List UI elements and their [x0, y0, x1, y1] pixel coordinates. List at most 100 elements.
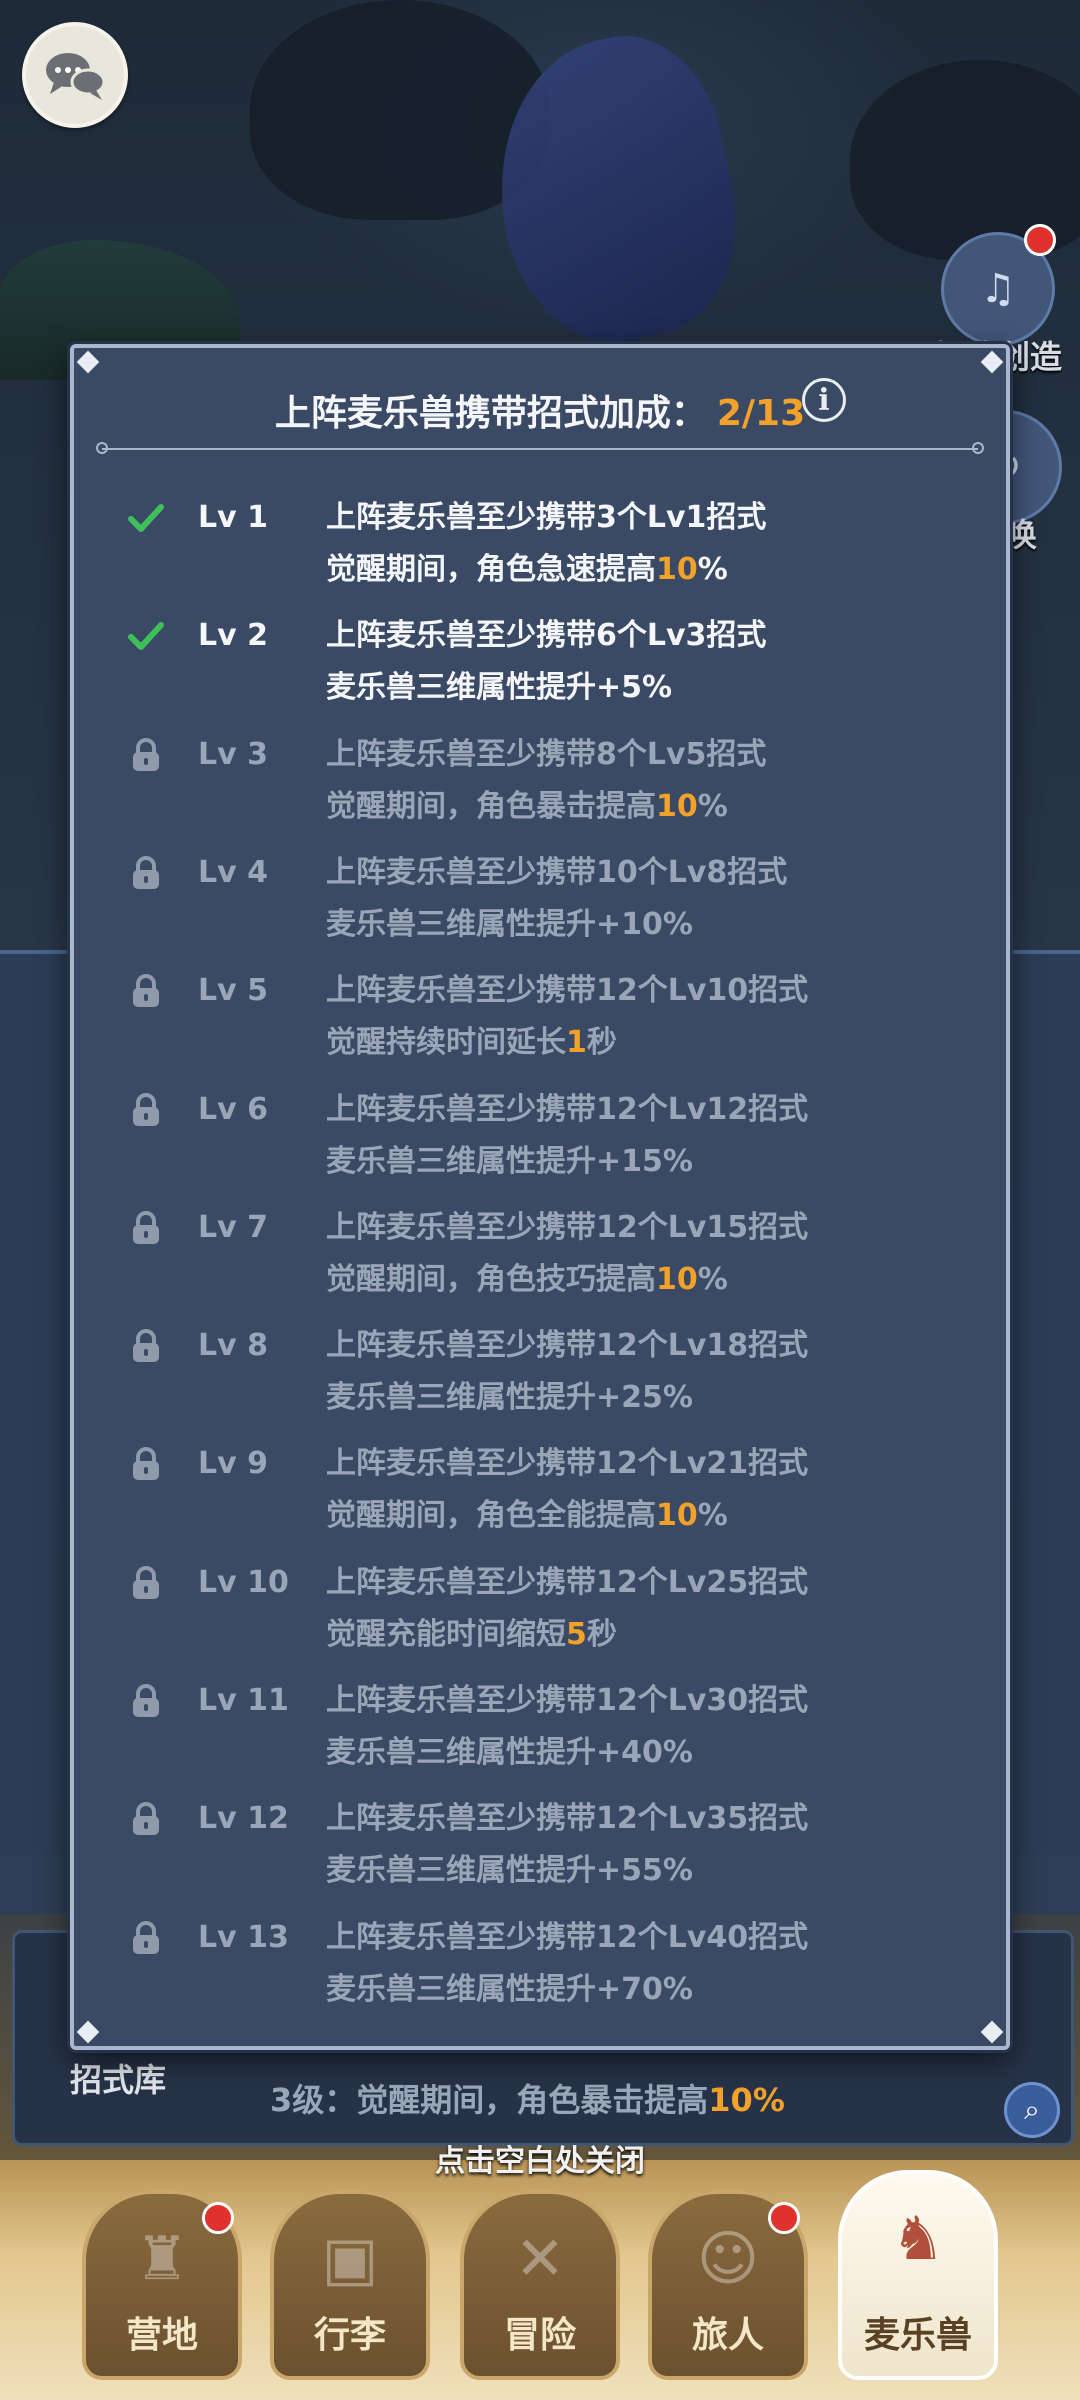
- lock-icon: [126, 1918, 166, 1958]
- lock-icon: [126, 1326, 166, 1366]
- effect-value: 10: [656, 1261, 698, 1297]
- level-label: Lv 7: [198, 1209, 268, 1245]
- chat-bubbles-icon: [46, 53, 106, 100]
- effect-text: 觉醒期间，角色技巧提高: [326, 1261, 656, 1297]
- tab-melody-beast-label: 麦乐兽: [863, 2315, 972, 2356]
- lock-icon: [126, 971, 166, 1011]
- level-effect: 麦乐兽三维属性提升+15%: [326, 1136, 808, 1188]
- level-description: 上阵麦乐兽至少携带12个Lv21招式 觉醒期间，角色全能提高10%: [326, 1438, 808, 1542]
- level-row: Lv 6 上阵麦乐兽至少携带12个Lv12招式麦乐兽三维属性提升+15%: [74, 1090, 1006, 1208]
- effect-unit: %: [697, 552, 728, 587]
- effect-text: 觉醒持续时间延长: [326, 1025, 566, 1061]
- level-label: Lv 1: [198, 500, 268, 535]
- effect-unit: %: [697, 1498, 728, 1534]
- lock-icon: [126, 1563, 166, 1603]
- level-requirement: 上阵麦乐兽至少携带12个Lv30招式: [326, 1683, 809, 1718]
- level-description: 上阵麦乐兽至少携带12个Lv18招式麦乐兽三维属性提升+25%: [326, 1320, 808, 1424]
- tab-traveler[interactable]: ☺ 旅人: [648, 2190, 808, 2380]
- level-description: 上阵麦乐兽至少携带12个Lv15招式 觉醒期间，角色技巧提高10%: [326, 1202, 808, 1306]
- effect-unit: 秒: [586, 1616, 617, 1652]
- modal-title: 上阵麦乐兽携带招式加成： 2/13: [74, 384, 1006, 436]
- level-effect: 觉醒充能时间缩短5秒: [326, 1609, 808, 1661]
- check-icon: [126, 498, 166, 538]
- level-description: 上阵麦乐兽至少携带10个Lv8招式 麦乐兽三维属性提升+10%: [326, 847, 787, 951]
- level-effect: 麦乐兽三维属性提升+40%: [326, 1727, 808, 1779]
- check-icon: [126, 616, 166, 656]
- level-effect: 麦乐兽三维属性提升+70%: [326, 1964, 808, 2016]
- background-row-text: 3级：觉醒期间，角色暴击提高10%: [270, 2075, 785, 2121]
- effect-value: 1: [566, 1025, 587, 1061]
- level-requirement: 上阵麦乐兽至少携带3个Lv1招式: [326, 500, 767, 535]
- skill-bonus-modal: 上阵麦乐兽携带招式加成： 2/13 i Lv 1 上阵麦乐兽至少携带3个Lv1招式觉…: [70, 344, 1010, 2050]
- bag-icon: ▣: [321, 2224, 379, 2294]
- level-row: Lv 13 上阵麦乐兽至少携带12个Lv40招式 麦乐兽三维属性提升+70%: [74, 1918, 1006, 2036]
- traveler-icon: ☺: [696, 2224, 760, 2294]
- level-row: Lv 10 上阵麦乐兽至少携带12个Lv25招式 觉醒充能时间缩短5秒: [74, 1563, 1006, 1681]
- level-label: Lv 10: [198, 1564, 289, 1600]
- corner-ornament: [980, 350, 1004, 374]
- level-effect: 麦乐兽三维属性提升+25%: [326, 1372, 808, 1424]
- title-divider: [96, 442, 984, 454]
- castle-icon: ♜: [135, 2224, 189, 2294]
- level-description: 上阵麦乐兽至少携带12个Lv35招式 麦乐兽三维属性提升+55%: [326, 1793, 808, 1897]
- level-label: Lv 8: [198, 1328, 268, 1364]
- level-row: Lv 12 上阵麦乐兽至少携带12个Lv35招式 麦乐兽三维属性提升+55%: [74, 1799, 1006, 1917]
- effect-unit: %: [697, 1261, 728, 1297]
- zoom-icon[interactable]: ⌕: [1004, 2082, 1060, 2138]
- level-description: 上阵麦乐兽至少携带12个Lv40招式麦乐兽三维属性提升+70%: [326, 1912, 808, 2016]
- level-requirement: 上阵麦乐兽至少携带10个Lv8招式: [326, 854, 788, 890]
- modal-title-text: 上阵麦乐兽携带招式加成：: [274, 393, 707, 434]
- corner-ornament: [76, 350, 100, 374]
- level-description: 上阵麦乐兽至少携带8个Lv5招式 觉醒期间，角色暴击提高10%: [326, 729, 766, 833]
- level-row: Lv 4 上阵麦乐兽至少携带10个Lv8招式 麦乐兽三维属性提升+10%: [74, 853, 1006, 971]
- level-requirement: 上阵麦乐兽至少携带6个Lv3招式: [326, 618, 767, 654]
- level-requirement: 上阵麦乐兽至少携带12个Lv40招式: [326, 1919, 809, 1955]
- level-row: Lv 8 上阵麦乐兽至少携带12个Lv18招式麦乐兽三维属性提升+25%: [74, 1326, 1006, 1444]
- level-requirement: 上阵麦乐兽至少携带12个Lv35招式: [326, 1801, 809, 1837]
- level-requirement: 上阵麦乐兽至少携带12个Lv12招式: [326, 1091, 809, 1127]
- level-effect: 觉醒期间，角色技巧提高10%: [326, 1254, 808, 1306]
- notification-dot: [202, 2202, 234, 2234]
- effect-value: 10: [656, 1498, 698, 1534]
- row-text-value: 10%: [708, 2081, 785, 2119]
- tab-adventure[interactable]: ✕ 冒险: [460, 2190, 620, 2380]
- level-label: Lv 3: [198, 736, 268, 772]
- effect-text: 麦乐兽三维属性提升+55%: [326, 1853, 693, 1889]
- level-row: Lv 1 上阵麦乐兽至少携带3个Lv1招式 觉醒期间，角色急速提高10%: [74, 498, 1006, 616]
- tab-camp[interactable]: ♜ 营地: [82, 2190, 242, 2380]
- lock-icon: [126, 1681, 166, 1721]
- level-description: 上阵麦乐兽至少携带12个Lv10招式 觉醒持续时间延长1秒: [326, 965, 808, 1069]
- level-description: 上阵麦乐兽至少携带3个Lv1招式 觉醒期间，角色急速提高10%: [326, 492, 766, 596]
- swords-icon: ✕: [514, 2224, 566, 2294]
- level-effect: 麦乐兽三维属性提升+55%: [326, 1845, 808, 1897]
- chat-button[interactable]: [22, 22, 128, 128]
- effect-text: 觉醒期间，角色全能提高: [326, 1498, 656, 1534]
- notification-dot: [1024, 224, 1056, 256]
- lock-icon: [126, 1444, 166, 1484]
- effect-text: 觉醒充能时间缩短: [326, 1616, 566, 1652]
- level-row: Lv 9 上阵麦乐兽至少携带12个Lv21招式 觉醒期间，角色全能提高10%: [74, 1444, 1006, 1562]
- level-label: Lv 6: [198, 1091, 268, 1127]
- lock-icon: [126, 853, 166, 893]
- notification-dot: [768, 2202, 800, 2234]
- level-row: Lv 5 上阵麦乐兽至少携带12个Lv10招式 觉醒持续时间延长1秒: [74, 971, 1006, 1089]
- effect-value: 10: [656, 788, 698, 824]
- tab-camp-label: 营地: [125, 2315, 198, 2356]
- lock-icon: [126, 1799, 166, 1839]
- effect-value: 5: [566, 1616, 587, 1652]
- tab-luggage[interactable]: ▣ 行李: [270, 2190, 430, 2380]
- tab-luggage-label: 行李: [313, 2315, 386, 2356]
- row-text-prefix: 3级：觉醒期间，角色暴击提高: [270, 2081, 709, 2119]
- level-label: Lv 4: [198, 854, 268, 890]
- level-requirement: 上阵麦乐兽至少携带12个Lv18招式: [326, 1328, 809, 1364]
- level-label: Lv 11: [198, 1683, 289, 1718]
- level-label: Lv 12: [198, 1801, 289, 1837]
- close-hint[interactable]: 点击空白处关闭: [0, 2136, 1080, 2180]
- skill-library-button[interactable]: 招式库: [70, 2055, 166, 2101]
- level-effect: 麦乐兽三维属性提升+5%: [326, 662, 766, 714]
- tab-melody-beast[interactable]: ♞ 麦乐兽: [838, 2170, 998, 2380]
- level-effect: 觉醒持续时间延长1秒: [326, 1017, 808, 1069]
- effect-text: 觉醒期间，角色急速提高: [326, 552, 656, 587]
- info-icon[interactable]: i: [802, 378, 846, 422]
- lock-icon: [126, 1208, 166, 1248]
